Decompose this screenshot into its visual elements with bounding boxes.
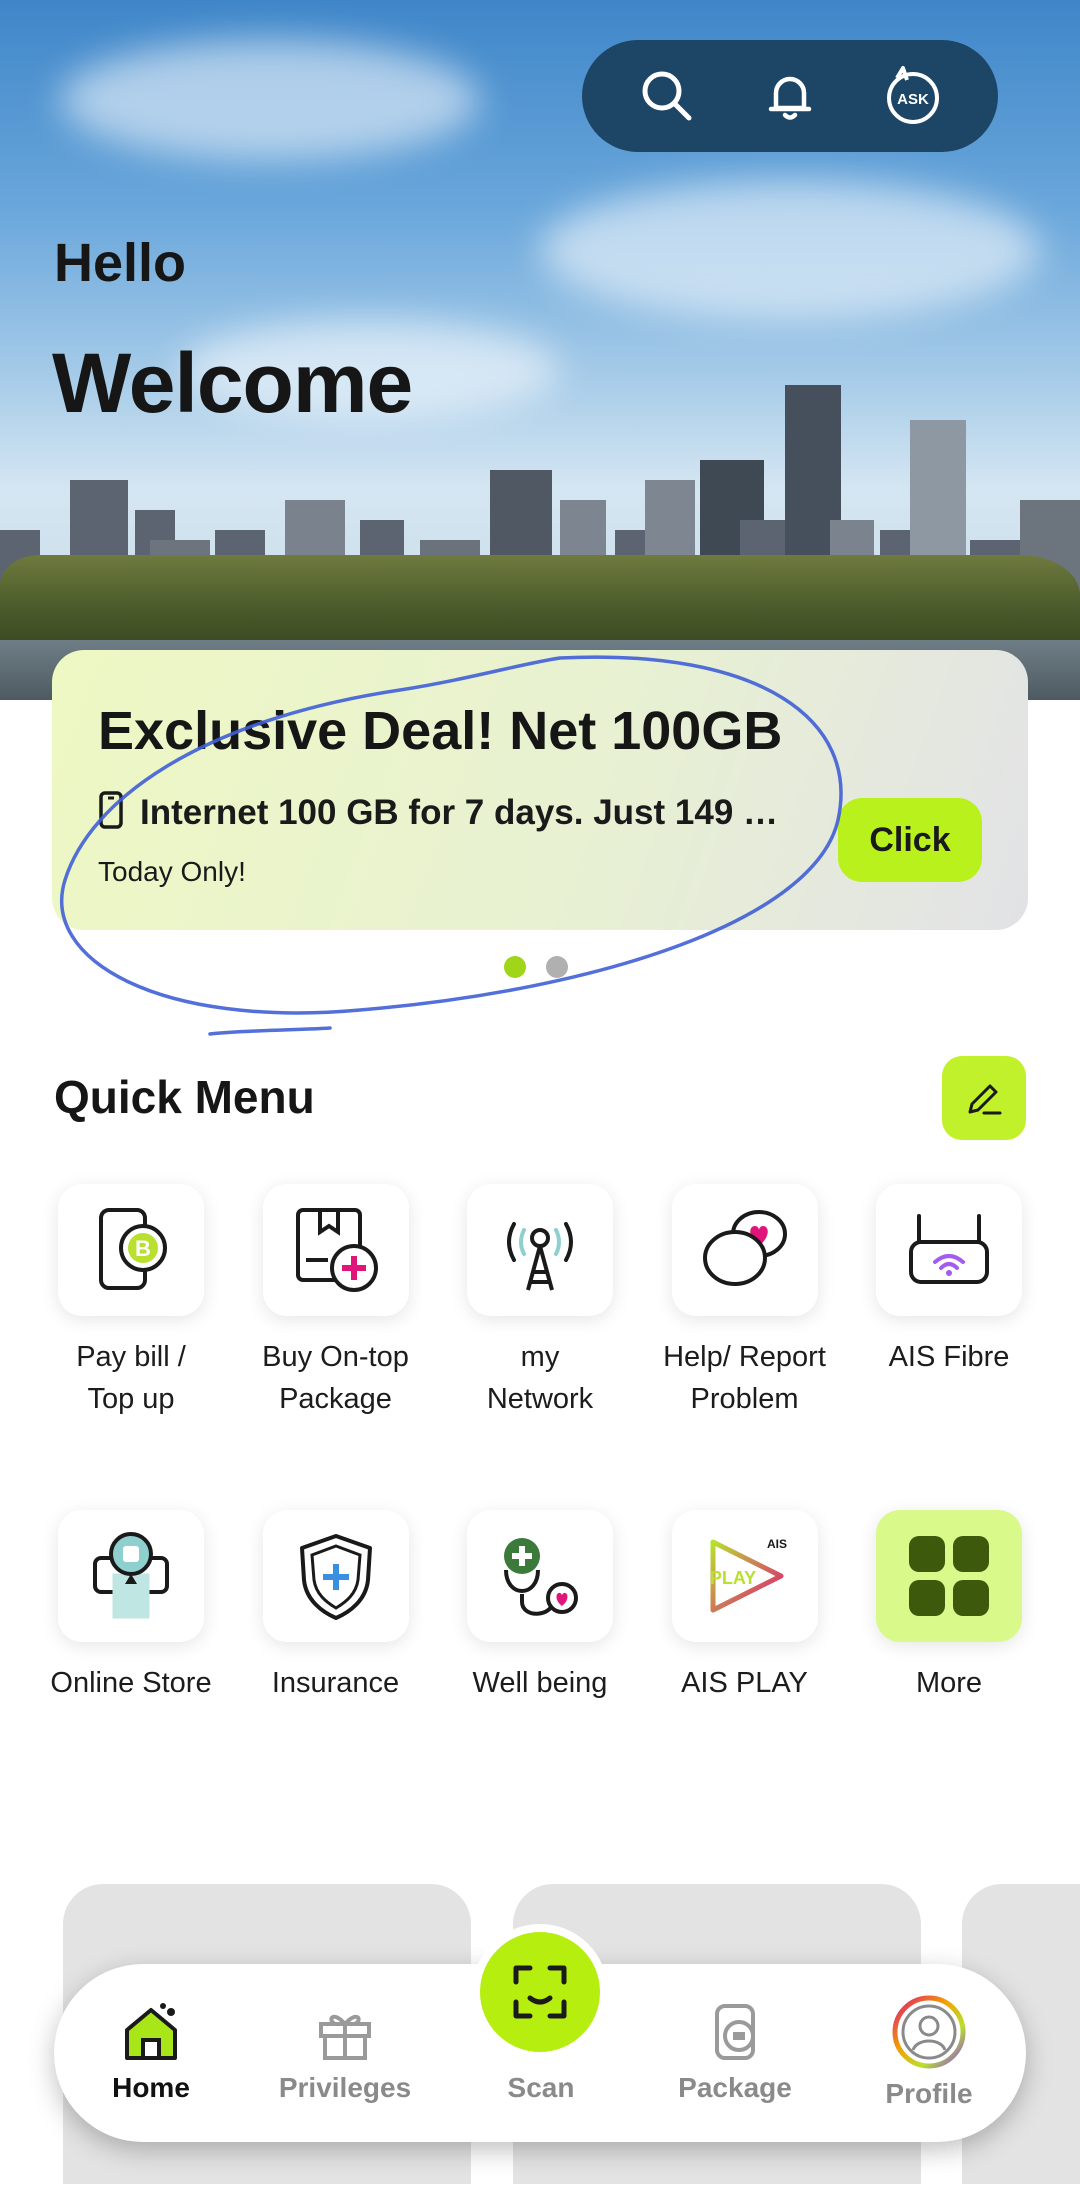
quick-menu-buy-package[interactable]: Buy On-top Package (239, 1184, 433, 1420)
ask-icon[interactable]: ASK (881, 64, 945, 128)
quick-menu-ais-fibre[interactable]: AIS Fibre (852, 1184, 1046, 1420)
nav-privileges[interactable]: Privileges (270, 2000, 420, 2104)
quick-menu-ais-play[interactable]: PLAY AIS AIS PLAY (648, 1510, 842, 1704)
greeting-text: Hello (54, 233, 187, 293)
tile-label: Pay bill / Top up (76, 1341, 186, 1415)
home-icon (125, 2003, 177, 2060)
baht-sign: B (135, 1236, 151, 1261)
nav-profile[interactable]: Profile (854, 1994, 1004, 2110)
nav-label: Package (678, 2072, 792, 2103)
gift-icon (319, 2014, 371, 2060)
ais-play-icon: PLAY AIS (671, 1510, 818, 1642)
package-icon (715, 2004, 755, 2060)
help-chat-icon (671, 1184, 818, 1316)
bell-icon[interactable] (758, 64, 822, 128)
nav-label: Privileges (278, 2072, 412, 2103)
quick-menu-pay-bill[interactable]: B Pay bill / Top up (34, 1184, 228, 1420)
network-icon (467, 1184, 613, 1316)
scan-button[interactable] (480, 1932, 600, 2052)
cloud (540, 180, 1040, 320)
carousel-dots (504, 956, 568, 978)
nav-package[interactable]: Package (660, 2000, 810, 2104)
profile-avatar-icon (892, 1995, 966, 2069)
quick-menu-help-report[interactable]: Help/ Report Problem (648, 1184, 842, 1420)
nav-scan[interactable]: Scan (466, 2072, 616, 2104)
quick-menu-row-2: Online Store Insurance Well being PLAY AI… (34, 1510, 1046, 1704)
tile-label: Help/ Report Problem (663, 1341, 826, 1415)
deal-title: Exclusive Deal! Net 100GB (98, 701, 783, 761)
quick-menu-well-being[interactable]: Well being (443, 1510, 637, 1704)
nav-label: Home (112, 2072, 190, 2103)
store-icon (58, 1510, 204, 1642)
deal-click-button[interactable]: Click (838, 798, 982, 882)
stethoscope-icon (467, 1510, 613, 1642)
quick-menu-my-network[interactable]: my Network (443, 1184, 637, 1420)
pencil-icon (968, 1084, 1002, 1115)
tile-label: my Network (486, 1341, 594, 1415)
tile-label: More (915, 1667, 983, 1699)
edit-quick-menu-button[interactable] (942, 1056, 1026, 1140)
phone-icon (98, 790, 124, 835)
quick-menu-insurance[interactable]: Insurance (239, 1510, 433, 1704)
more-grid-icon (876, 1510, 1022, 1642)
search-icon[interactable] (635, 64, 699, 128)
deal-description-row: Internet 100 GB for 7 days. Just 149 Bah… (98, 790, 790, 835)
quick-menu-online-store[interactable]: Online Store (34, 1510, 228, 1704)
tile-label: Buy On-top Package (262, 1341, 409, 1415)
nav-label: Profile (885, 2078, 973, 2109)
tile-label: Well being (472, 1667, 608, 1699)
hero-banner: ASK Hello Welcome (0, 0, 1080, 700)
quick-menu-more[interactable]: More (852, 1510, 1046, 1704)
tile-label: AIS PLAY (681, 1667, 808, 1699)
cloud (60, 40, 480, 160)
deal-banner-card[interactable]: Exclusive Deal! Net 100GB Internet 100 G… (52, 650, 1028, 930)
ais-text: AIS (766, 1537, 786, 1551)
play-text: PLAY (709, 1568, 755, 1588)
deal-note: Today Only! (98, 856, 246, 887)
nav-home[interactable]: Home (76, 2000, 226, 2104)
pay-bill-icon: B (58, 1184, 204, 1316)
quick-menu-title: Quick Menu (54, 1071, 315, 1123)
tile-label: Insurance (271, 1667, 400, 1699)
ask-label: ASK (897, 91, 929, 108)
top-action-bar: ASK (582, 40, 998, 152)
quick-menu-row-1: B Pay bill / Top up Buy On-top Package m… (34, 1184, 1046, 1420)
tile-label: Online Store (50, 1667, 212, 1699)
tile-label: AIS Fibre (888, 1341, 1010, 1373)
scan-icon (513, 1965, 567, 2019)
welcome-text: Welcome (52, 336, 413, 430)
shield-icon (262, 1510, 409, 1642)
deal-description: Internet 100 GB for 7 days. Just 149 Bah… (140, 792, 790, 832)
tree-line (0, 555, 1080, 645)
nav-label: Scan (507, 2072, 575, 2103)
router-icon (876, 1184, 1022, 1316)
scan-button-ring (472, 1924, 608, 2060)
buy-package-icon (262, 1184, 409, 1316)
carousel-dot-active[interactable] (504, 956, 526, 978)
carousel-dot[interactable] (546, 956, 568, 978)
